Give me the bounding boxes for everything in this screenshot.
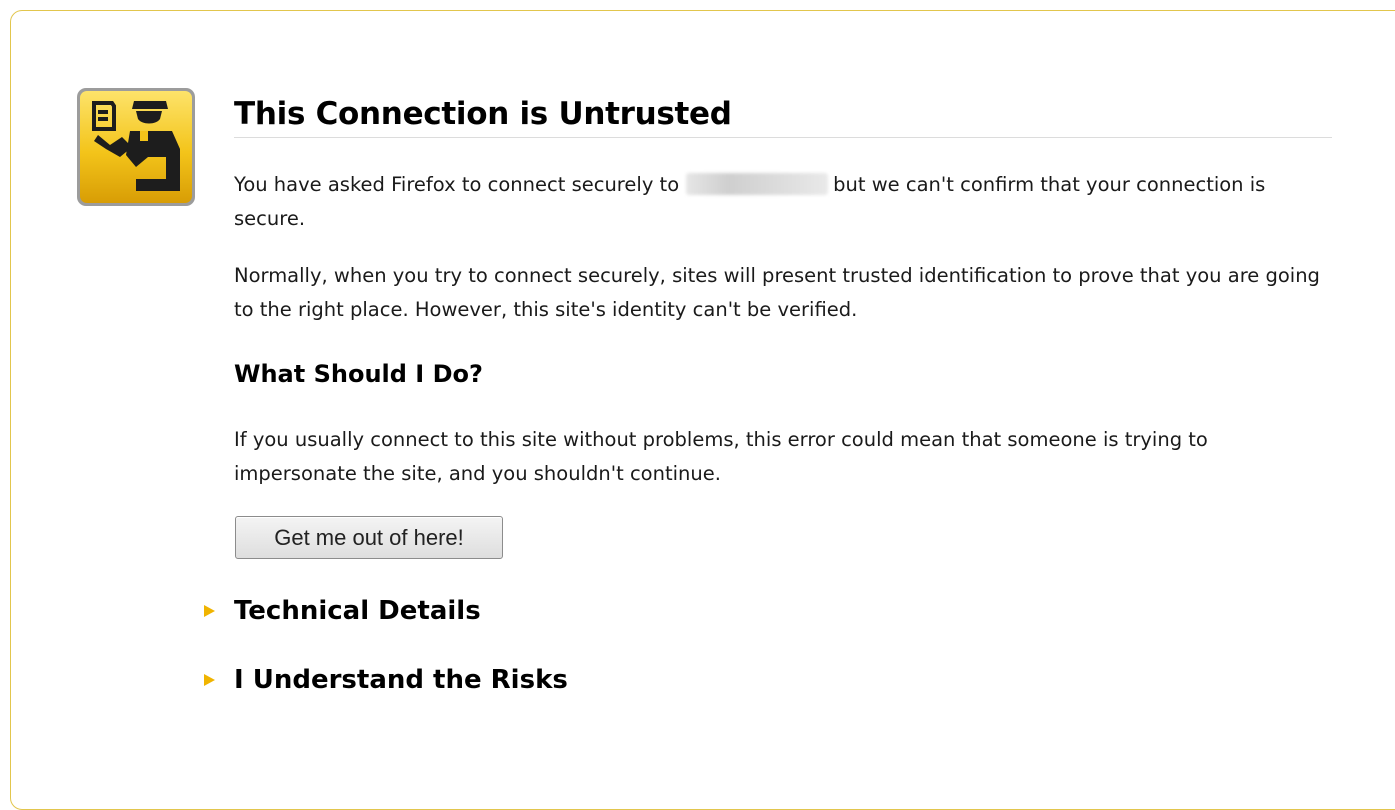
page-title: This Connection is Untrusted: [234, 96, 732, 132]
understand-risks-expander[interactable]: I Understand the Risks: [200, 662, 568, 698]
redacted-hostname: [686, 173, 829, 195]
technical-details-label: Technical Details: [234, 596, 481, 626]
triangle-right-icon: [204, 605, 215, 617]
intro-before-host: You have asked Firefox to connect secure…: [234, 173, 680, 196]
what-to-do-text: If you usually connect to this site with…: [234, 428, 1208, 485]
intro-text: You have asked Firefox to connect secure…: [234, 168, 1334, 236]
triangle-right-icon: [204, 674, 215, 686]
get-me-out-button[interactable]: Get me out of here!: [235, 516, 503, 559]
understand-risks-label: I Understand the Risks: [234, 665, 568, 695]
title-divider: [234, 137, 1332, 138]
certificate-officer-icon: [76, 87, 196, 207]
what-to-do-heading: What Should I Do?: [234, 360, 483, 388]
explanation-text: Normally, when you try to connect secure…: [234, 264, 1320, 321]
technical-details-expander[interactable]: Technical Details: [200, 593, 481, 629]
